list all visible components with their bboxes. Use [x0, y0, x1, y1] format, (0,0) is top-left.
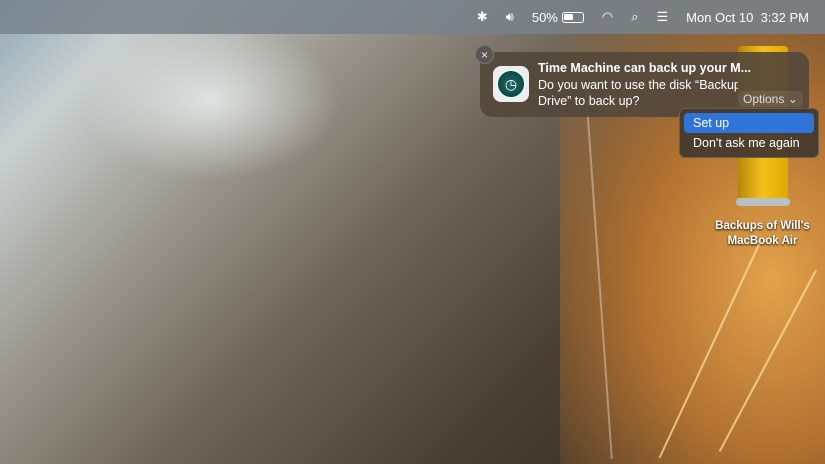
options-button[interactable]: Options ⌄ — [738, 91, 803, 107]
time-machine-app-icon: ◷ — [493, 66, 529, 102]
drive-label-line: Backups of Will's — [715, 220, 810, 232]
close-notification-button[interactable]: × — [475, 45, 494, 64]
spotlight-search-icon[interactable]: ⌕ — [631, 9, 638, 25]
menu-bar-clock[interactable]: Mon Oct 10 3:32 PM — [686, 10, 809, 25]
menu-item-set-up[interactable]: Set up — [684, 113, 814, 133]
drive-label-line: MacBook Air — [727, 235, 798, 247]
menu-item-dont-ask-again[interactable]: Don't ask me again — [684, 133, 814, 153]
control-center-icon[interactable]: ☰ — [657, 9, 669, 25]
menu-bar: ✱ 🔊︎ 50% ◠ ⌕ ☰ Mon Oct 10 3:32 PM — [0, 0, 825, 34]
options-menu: Set up Don't ask me again — [679, 108, 819, 158]
battery-percent: 50% — [531, 9, 558, 25]
notification-body: Do you want to use the disk “Backup Drive… — [538, 77, 738, 109]
volume-icon[interactable]: 🔊︎ — [506, 9, 514, 25]
battery-status[interactable]: 50% — [532, 10, 584, 25]
wallpaper-highlight — [80, 20, 340, 180]
backup-drive-label[interactable]: Backups of Will's MacBook Air — [705, 219, 820, 249]
battery-icon — [561, 11, 584, 23]
bluetooth-icon[interactable]: ✱ — [477, 9, 488, 25]
notification-body-line: Drive” to back up? — [538, 94, 640, 108]
notification-body-line: Do you want to use the disk “Backup — [538, 78, 738, 92]
wifi-icon[interactable]: ◠ — [602, 9, 613, 25]
notification-title: Time Machine can back up your M... — [538, 61, 752, 75]
